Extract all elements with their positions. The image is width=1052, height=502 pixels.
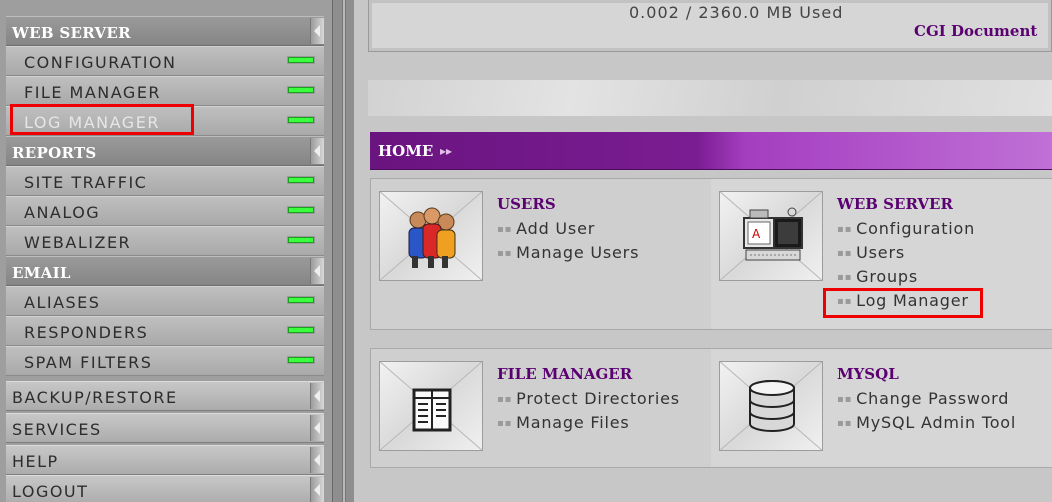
link-label: Groups bbox=[856, 267, 919, 286]
sidebar-item-aliases[interactable]: ALIASES bbox=[6, 286, 324, 316]
users-section: USERS ▪▪ Add User ▪▪ Manage Users bbox=[371, 179, 711, 329]
collapse-arrow-icon[interactable] bbox=[310, 383, 324, 409]
web-server-section: A WEB SERVER ▪▪ Configuration ▪▪ Users ▪▪ G… bbox=[711, 179, 1052, 329]
collapse-arrow-icon[interactable] bbox=[310, 138, 324, 164]
manage-users-link[interactable]: ▪▪ Manage Users bbox=[497, 243, 639, 262]
log-manager-link[interactable]: ▪▪ Log Manager bbox=[837, 291, 969, 310]
disk-usage-text: 0.002 / 2360.0 MB Used bbox=[629, 3, 844, 22]
section-row-1: USERS ▪▪ Add User ▪▪ Manage Users A WEB … bbox=[370, 178, 1052, 330]
sidebar-item-label: WEBALIZER bbox=[24, 233, 132, 252]
web-server-icon[interactable]: A bbox=[719, 191, 823, 281]
sidebar-item-backup-restore[interactable]: BACKUP/RESTORE bbox=[6, 381, 324, 411]
mysql-section: MYSQL ▪▪ Change Password ▪▪ MySQL Admin To… bbox=[711, 349, 1052, 467]
change-password-link[interactable]: ▪▪ Change Password bbox=[837, 389, 1009, 408]
sidebar-item-webalizer[interactable]: WEBALIZER bbox=[6, 226, 324, 256]
users-icon[interactable] bbox=[379, 191, 483, 281]
sidebar-item-label: SITE TRAFFIC bbox=[24, 173, 148, 192]
collapse-arrow-icon[interactable] bbox=[310, 447, 324, 473]
sidebar-item-label: LOGOUT bbox=[12, 482, 89, 501]
link-label: Manage Files bbox=[516, 413, 630, 432]
decorative-banner bbox=[368, 80, 1052, 116]
sidebar-header-email[interactable]: EMAIL bbox=[6, 256, 324, 286]
status-led-icon bbox=[288, 357, 314, 363]
sidebar-header-label: REPORTS bbox=[12, 144, 97, 162]
sidebar-item-log-manager[interactable]: LOG MANAGER bbox=[6, 106, 324, 136]
status-led-icon bbox=[288, 327, 314, 333]
sidebar-item-help[interactable]: HELP bbox=[6, 445, 324, 475]
users-title[interactable]: USERS bbox=[497, 195, 556, 213]
collapse-arrow-icon[interactable] bbox=[310, 258, 324, 284]
mysql-admin-tool-link[interactable]: ▪▪ MySQL Admin Tool bbox=[837, 413, 1016, 432]
collapse-arrow-icon[interactable] bbox=[310, 18, 324, 44]
status-led-icon bbox=[288, 57, 314, 63]
sidebar-item-label: ALIASES bbox=[24, 293, 101, 312]
status-led-icon bbox=[288, 87, 314, 93]
link-label: Add User bbox=[516, 219, 596, 238]
sidebar-item-label: RESPONDERS bbox=[24, 323, 149, 342]
groups-link[interactable]: ▪▪ Groups bbox=[837, 267, 918, 286]
sidebar-item-services[interactable]: SERVICES bbox=[6, 413, 324, 443]
web-server-title[interactable]: WEB SERVER bbox=[837, 195, 953, 213]
main-content: 0.002 / 2360.0 MB Used CGI Document HOME… bbox=[354, 0, 1052, 502]
sidebar-item-label: HELP bbox=[12, 452, 59, 471]
link-label: Manage Users bbox=[516, 243, 640, 262]
cgi-document-link[interactable]: CGI Document bbox=[914, 22, 1037, 40]
users-link[interactable]: ▪▪ Users bbox=[837, 243, 905, 262]
breadcrumb-home-link[interactable]: HOME bbox=[378, 142, 433, 160]
file-manager-title[interactable]: FILE MANAGER bbox=[497, 365, 632, 383]
link-label: Change Password bbox=[856, 389, 1010, 408]
sidebar-item-configuration[interactable]: CONFIGURATION bbox=[6, 46, 324, 76]
file-manager-section: FILE MANAGER ▪▪ Protect Directories ▪▪ Man… bbox=[371, 349, 711, 467]
link-label: MySQL Admin Tool bbox=[856, 413, 1017, 432]
frame-divider[interactable] bbox=[332, 0, 354, 502]
add-user-link[interactable]: ▪▪ Add User bbox=[497, 219, 595, 238]
sidebar-item-analog[interactable]: ANALOG bbox=[6, 196, 324, 226]
sidebar: WEB SERVER CONFIGURATION FILE MANAGER LO… bbox=[0, 0, 332, 502]
link-label: Users bbox=[856, 243, 905, 262]
sidebar-item-spam-filters[interactable]: SPAM FILTERS bbox=[6, 346, 324, 376]
sidebar-item-label: FILE MANAGER bbox=[24, 83, 162, 102]
sidebar-header-web-server[interactable]: WEB SERVER bbox=[6, 16, 324, 46]
configuration-link[interactable]: ▪▪ Configuration bbox=[837, 219, 975, 238]
file-manager-icon[interactable] bbox=[379, 361, 483, 451]
status-led-icon bbox=[288, 237, 314, 243]
link-label: Configuration bbox=[856, 219, 976, 238]
sidebar-header-reports[interactable]: REPORTS bbox=[6, 136, 324, 166]
sidebar-item-label: LOG MANAGER bbox=[24, 113, 160, 132]
sidebar-item-label: BACKUP/RESTORE bbox=[12, 388, 178, 407]
link-label: Log Manager bbox=[856, 291, 969, 310]
link-label: Protect Directories bbox=[516, 389, 680, 408]
breadcrumb-arrow-icon: ▸▸ bbox=[440, 144, 453, 158]
sidebar-header-label: WEB SERVER bbox=[12, 24, 131, 42]
collapse-arrow-icon[interactable] bbox=[310, 477, 324, 502]
protect-directories-link[interactable]: ▪▪ Protect Directories bbox=[497, 389, 680, 408]
sidebar-item-label: SERVICES bbox=[12, 420, 102, 439]
database-icon[interactable] bbox=[719, 361, 823, 451]
status-led-icon bbox=[288, 177, 314, 183]
collapse-arrow-icon[interactable] bbox=[310, 415, 324, 441]
sidebar-item-responders[interactable]: RESPONDERS bbox=[6, 316, 324, 346]
sidebar-item-file-manager[interactable]: FILE MANAGER bbox=[6, 76, 324, 106]
sidebar-item-site-traffic[interactable]: SITE TRAFFIC bbox=[6, 166, 324, 196]
sidebar-item-label: SPAM FILTERS bbox=[24, 353, 153, 372]
status-led-icon bbox=[288, 297, 314, 303]
sidebar-header-label: EMAIL bbox=[12, 264, 71, 282]
sidebar-item-label: ANALOG bbox=[24, 203, 101, 222]
sidebar-item-logout[interactable]: LOGOUT bbox=[6, 475, 324, 502]
status-led-icon bbox=[288, 117, 314, 123]
mysql-title[interactable]: MYSQL bbox=[837, 365, 899, 383]
svg-text:A: A bbox=[752, 227, 761, 241]
status-led-icon bbox=[288, 207, 314, 213]
disk-usage-panel: 0.002 / 2360.0 MB Used CGI Document bbox=[368, 0, 1052, 52]
manage-files-link[interactable]: ▪▪ Manage Files bbox=[497, 413, 630, 432]
section-row-2: FILE MANAGER ▪▪ Protect Directories ▪▪ Man… bbox=[370, 348, 1052, 468]
sidebar-item-label: CONFIGURATION bbox=[24, 53, 177, 72]
breadcrumb: HOME ▸▸ bbox=[370, 132, 1052, 170]
